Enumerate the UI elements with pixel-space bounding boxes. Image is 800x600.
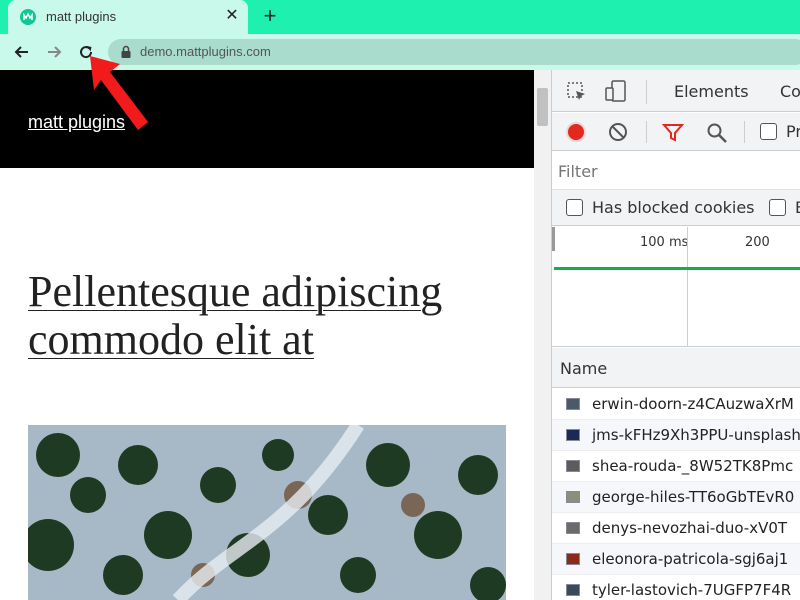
image-file-icon — [566, 398, 580, 410]
has-blocked-cookies-checkbox[interactable] — [566, 199, 583, 216]
forward-arrow-icon[interactable] — [40, 38, 68, 66]
image-file-icon — [566, 460, 580, 472]
annotation-arrow-icon — [90, 56, 148, 130]
post-title-link[interactable]: Pellentesque adipiscing commodo elit at — [28, 268, 518, 364]
image-file-icon — [566, 491, 580, 503]
inspect-element-icon[interactable] — [566, 81, 588, 107]
tab-strip: matt plugins ✕ + — [0, 0, 800, 34]
preserve-log-label: Pr — [786, 122, 800, 141]
forest-aerial-image[interactable] — [28, 425, 506, 600]
timeline-start-marker — [552, 227, 555, 251]
request-row[interactable]: tyler-lastovich-7UGFP7F4R — [552, 575, 800, 600]
request-name: tyler-lastovich-7UGFP7F4R — [592, 581, 792, 599]
timeline-gridline — [687, 227, 688, 347]
timeline-label-200ms: 200 — [745, 235, 770, 250]
filter-input[interactable] — [558, 158, 798, 184]
address-bar[interactable]: demo.mattplugins.com — [108, 39, 800, 65]
preserve-log-checkbox[interactable] — [760, 123, 777, 140]
request-row[interactable]: shea-rouda-_8W52TK8Pmc — [552, 451, 800, 482]
request-name: eleonora-patricola-sgj6aj1 — [592, 550, 789, 568]
image-file-icon — [566, 522, 580, 534]
tab-elements[interactable]: Elements — [674, 82, 749, 101]
record-icon[interactable] — [566, 122, 586, 142]
site-header: matt plugins — [0, 70, 534, 168]
scrollbar-thumb[interactable] — [537, 88, 548, 126]
request-name: erwin-doorn-z4CAuzwaXrM — [592, 395, 794, 413]
request-name: george-hiles-TT6oGbTEvR0 — [592, 488, 795, 506]
url-text: demo.mattplugins.com — [140, 44, 271, 59]
devtools-panel: Elements Co Pr Has blocked cookies B 100… — [551, 70, 800, 600]
toolbar-divider — [646, 121, 647, 143]
browser-tab[interactable]: matt plugins ✕ — [8, 0, 248, 34]
network-timeline[interactable]: 100 ms 200 — [552, 227, 800, 347]
network-toolbar: Pr — [552, 113, 800, 151]
name-column-label: Name — [560, 359, 608, 378]
name-column-header[interactable]: Name — [552, 348, 800, 388]
filter-row — [552, 152, 800, 190]
timeline-loading-bar — [554, 267, 800, 270]
filter-funnel-icon[interactable] — [661, 123, 685, 147]
request-name: jms-kFHz9Xh3PPU-unsplash — [592, 426, 800, 444]
image-file-icon — [566, 553, 580, 565]
has-blocked-cookies-label: Has blocked cookies — [592, 198, 755, 217]
clear-icon[interactable] — [608, 122, 628, 146]
new-tab-button[interactable]: + — [258, 4, 282, 28]
close-tab-icon[interactable]: ✕ — [222, 6, 242, 26]
image-file-icon — [566, 429, 580, 441]
timeline-label-100ms: 100 ms — [640, 235, 689, 250]
site-favicon-icon — [20, 9, 36, 25]
blocked-requests-label: B — [795, 198, 800, 217]
request-row[interactable]: denys-nevozhai-duo-xV0T — [552, 513, 800, 544]
devtools-tab-bar: Elements Co — [552, 70, 800, 112]
blocked-requests-checkbox[interactable] — [769, 199, 786, 216]
toolbar-divider — [646, 80, 647, 104]
search-icon[interactable] — [706, 122, 728, 148]
request-row[interactable]: george-hiles-TT6oGbTEvR0 — [552, 482, 800, 513]
request-row[interactable]: eleonora-patricola-sgj6aj1 — [552, 544, 800, 575]
tab-title: matt plugins — [46, 9, 117, 24]
device-toolbar-icon[interactable] — [604, 79, 628, 107]
request-list: erwin-doorn-z4CAuzwaXrM jms-kFHz9Xh3PPU-… — [552, 389, 800, 600]
cookie-filter-row: Has blocked cookies B — [552, 190, 800, 226]
web-page: matt plugins Pellentesque adipiscing com… — [0, 70, 534, 600]
page-scrollbar[interactable] — [534, 70, 551, 600]
back-arrow-icon[interactable] — [8, 38, 36, 66]
image-file-icon — [566, 584, 580, 596]
request-name: denys-nevozhai-duo-xV0T — [592, 519, 788, 537]
request-row[interactable]: erwin-doorn-z4CAuzwaXrM — [552, 389, 800, 420]
tab-console[interactable]: Co — [780, 82, 800, 101]
request-name: shea-rouda-_8W52TK8Pmc — [592, 457, 794, 475]
request-row[interactable]: jms-kFHz9Xh3PPU-unsplash — [552, 420, 800, 451]
toolbar-divider — [744, 121, 745, 143]
